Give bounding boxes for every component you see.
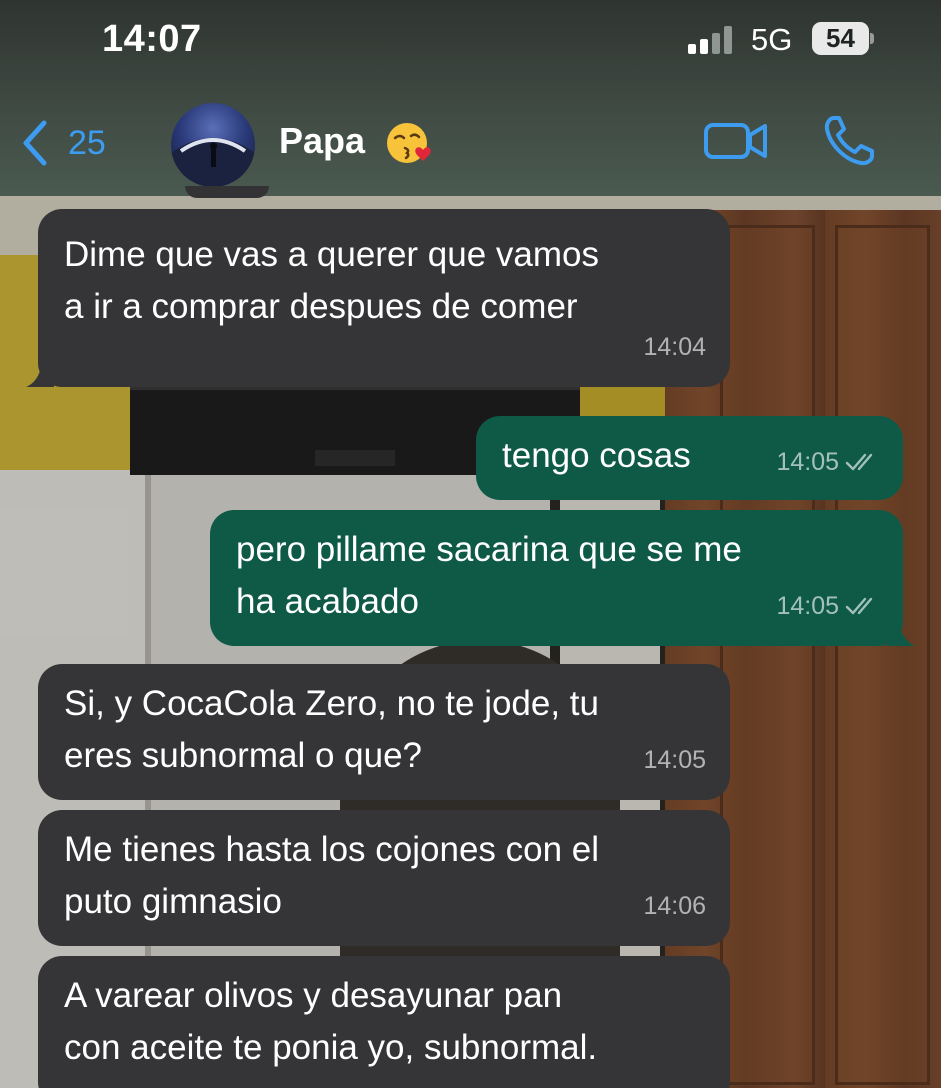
chat-header: 14:07 5G 54 25 Papa [0, 0, 941, 196]
message-text: Si, y CocaCola Zero, no te jode, tu eres… [64, 684, 599, 775]
message-time: 14:04 [643, 333, 706, 361]
chevron-left-icon [23, 120, 47, 166]
contact-name[interactable]: Papa [279, 120, 365, 162]
message-bubble-incoming[interactable]: Si, y CocaCola Zero, no te jode, tu eres… [38, 664, 730, 800]
previous-message-edge [185, 186, 269, 198]
message-meta: 14:05 [776, 436, 879, 488]
message-meta: 14:06 [643, 880, 706, 932]
cellular-signal-icon [688, 24, 736, 54]
face-blowing-kiss-icon [387, 123, 431, 163]
message-time: 14:05 [776, 448, 839, 476]
message-text: A varear olivos y desayunar pan con acei… [64, 976, 598, 1067]
message-bubble-incoming[interactable]: A varear olivos y desayunar pan con acei… [38, 956, 730, 1088]
video-call-icon[interactable] [703, 118, 769, 164]
read-receipt-icon [845, 597, 873, 615]
message-meta: 14:05 [776, 580, 879, 632]
avatar[interactable] [171, 103, 255, 187]
message-text: Dime que vas a querer que vamos a ir a c… [64, 235, 599, 326]
message-bubble-outgoing[interactable]: tengo cosas 14:05 [476, 416, 903, 500]
bubble-tail [887, 620, 915, 646]
message-bubble-incoming[interactable]: Me tienes hasta los cojones con el puto … [38, 810, 730, 946]
battery-level: 54 [812, 22, 869, 55]
battery-nub [870, 33, 874, 44]
back-button[interactable]: 25 [18, 115, 106, 171]
battery-icon: 54 [812, 22, 874, 55]
unread-count: 25 [68, 123, 106, 162]
message-meta: 14:05 [643, 734, 706, 786]
read-receipt-icon [845, 453, 873, 471]
message-meta: 14:04 [643, 321, 706, 373]
phone-call-icon[interactable] [822, 114, 878, 168]
bubble-tail [26, 361, 54, 387]
message-time: 14:05 [776, 592, 839, 620]
network-type: 5G [751, 22, 793, 57]
message-time: 14:06 [643, 892, 706, 920]
message-bubble-incoming[interactable]: Dime que vas a querer que vamos a ir a c… [26, 209, 730, 387]
status-time: 14:07 [102, 18, 202, 60]
message-bubble-outgoing[interactable]: pero pillame sacarina que se me ha acaba… [210, 510, 915, 646]
message-time: 14:05 [643, 746, 706, 774]
message-text: Me tienes hasta los cojones con el puto … [64, 830, 600, 921]
